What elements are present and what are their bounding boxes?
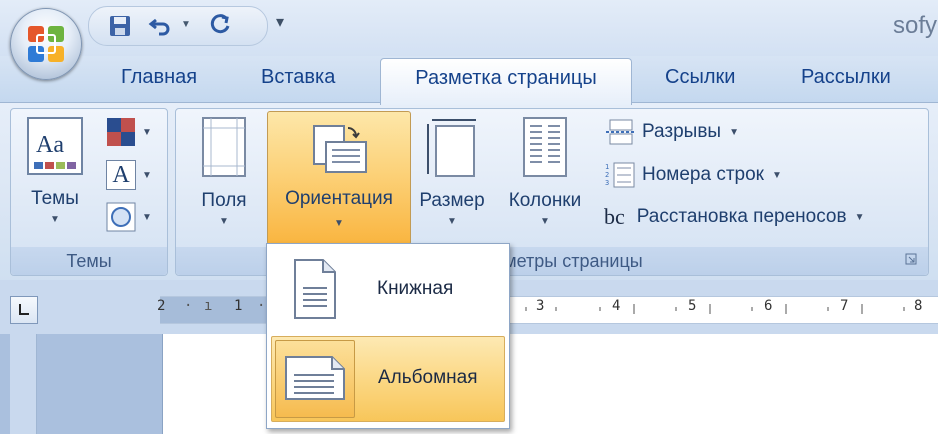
hyphenation-icon: bc (604, 204, 625, 230)
theme-effects-arrow-icon: ▼ (142, 211, 152, 223)
window-title: sofy (893, 12, 938, 39)
orientation-menu: Книжная Альбомная (266, 243, 510, 429)
tab-mailings[interactable]: Рассылки (801, 66, 891, 89)
theme-colors-button[interactable]: ▼ (106, 117, 152, 147)
breaks-button[interactable]: Разрывы ▼ (604, 118, 739, 146)
margins-label: Поля (201, 190, 247, 211)
line-numbers-button[interactable]: 123 Номера строк ▼ (604, 161, 782, 189)
size-label: Размер (419, 190, 485, 211)
theme-fonts-arrow-icon: ▼ (142, 169, 152, 181)
orientation-button[interactable]: Ориентация ▼ (267, 111, 411, 245)
landscape-icon-highlight (275, 340, 355, 418)
ruler-tick: 1 (234, 298, 243, 314)
ruler-mark: ı (204, 298, 213, 314)
left-tab-icon (19, 304, 29, 315)
theme-fonts-icon: A (106, 160, 136, 190)
svg-text:1: 1 (605, 163, 609, 171)
columns-label: Колонки (508, 190, 582, 211)
line-numbers-label: Номера строк (642, 164, 764, 185)
margins-button[interactable]: Поля ▼ (190, 116, 258, 227)
menu-item-portrait-label: Книжная (377, 278, 454, 299)
tab-references[interactable]: Ссылки (665, 66, 735, 89)
breaks-label: Разрывы (642, 121, 722, 142)
theme-colors-arrow-icon: ▼ (142, 126, 152, 138)
office-logo-icon (28, 26, 64, 62)
theme-effects-icon (106, 202, 136, 232)
portrait-page-icon (294, 259, 336, 319)
tab-home[interactable]: Главная (121, 66, 197, 89)
redo-icon[interactable] (205, 12, 235, 40)
orientation-arrow-icon: ▼ (334, 218, 344, 229)
line-numbers-arrow-icon: ▼ (771, 169, 782, 181)
columns-button[interactable]: Колонки ▼ (498, 116, 592, 227)
orientation-icon (313, 125, 367, 173)
size-icon (427, 119, 476, 177)
hyphenation-label: Расстановка переносов (636, 206, 847, 227)
themes-button-label: Темы (31, 188, 79, 209)
size-arrow-icon: ▼ (447, 216, 457, 227)
ruler-tick: 2 (157, 298, 166, 314)
theme-effects-button[interactable]: ▼ (106, 202, 152, 232)
menu-item-landscape-label: Альбомная (378, 367, 478, 388)
columns-arrow-icon: ▼ (540, 216, 550, 227)
theme-colors-icon (107, 118, 135, 146)
orientation-label: Ориентация (285, 188, 393, 209)
customize-toolbar-icon[interactable]: ▾ (276, 12, 284, 32)
themes-icon: Aa (27, 117, 83, 175)
svg-text:2: 2 (605, 171, 609, 179)
landscape-page-icon (285, 356, 345, 400)
hyphenation-button[interactable]: bc Расстановка переносов ▼ (604, 204, 865, 230)
breaks-icon (606, 119, 634, 145)
vertical-ruler[interactable] (10, 334, 37, 434)
themes-dropdown-arrow-icon: ▼ (50, 214, 60, 225)
margins-icon (202, 117, 246, 177)
svg-text:3: 3 (605, 179, 609, 187)
tab-page-layout[interactable]: Разметка страницы (380, 58, 632, 105)
svg-text:Aa: Aa (36, 132, 64, 158)
office-button[interactable] (10, 8, 82, 80)
tab-selector-button[interactable] (10, 296, 38, 324)
menu-item-landscape[interactable]: Альбомная (271, 336, 505, 422)
undo-icon[interactable] (145, 12, 175, 40)
margins-arrow-icon: ▼ (219, 216, 229, 227)
hyphenation-icon-text: bc (604, 204, 625, 229)
breaks-arrow-icon: ▼ (729, 126, 739, 138)
ruler-dot: · (257, 298, 266, 314)
menu-item-portrait[interactable]: Книжная (271, 248, 503, 332)
hyphenation-arrow-icon: ▼ (854, 211, 865, 223)
themes-group-label: Темы (11, 247, 167, 275)
tab-insert[interactable]: Вставка (261, 66, 335, 89)
tab-page-layout-label: Разметка страницы (415, 67, 597, 89)
theme-fonts-button[interactable]: A ▼ (106, 160, 152, 190)
quick-access-toolbar: ▼ (88, 6, 268, 46)
size-button[interactable]: Размер ▼ (412, 116, 492, 227)
ruler-minor-ticks (525, 304, 905, 314)
themes-button[interactable]: Aa Темы ▼ (20, 116, 90, 225)
columns-icon (523, 117, 567, 177)
undo-dropdown-icon[interactable]: ▼ (181, 19, 191, 30)
dialog-launcher-icon[interactable] (905, 253, 917, 265)
ruler-margin (160, 297, 270, 323)
line-numbers-icon: 123 (605, 162, 635, 188)
ruler-dot: · (184, 298, 193, 314)
save-icon[interactable] (105, 12, 135, 40)
